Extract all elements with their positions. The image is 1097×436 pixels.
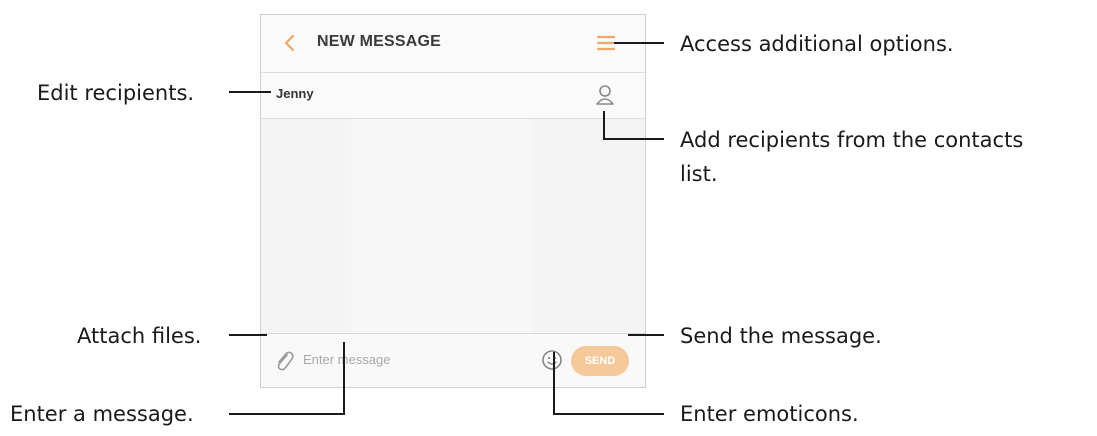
callout-line-enter-message-v — [343, 342, 345, 414]
callout-enter-message: Enter a message. — [10, 402, 194, 426]
callout-line-enter-message-h — [229, 413, 345, 415]
callout-line-edit-recipients — [229, 91, 271, 93]
send-button[interactable]: SEND — [571, 346, 629, 376]
contact-icon[interactable] — [595, 83, 615, 111]
callout-options: Access additional options. — [680, 32, 954, 56]
callout-line-options — [614, 42, 664, 44]
callout-add-recipients-line2: list. — [680, 162, 718, 186]
message-input-bar: SEND — [261, 333, 645, 387]
callout-line-attach — [229, 334, 267, 336]
message-input[interactable] — [303, 348, 503, 370]
callout-emoticons: Enter emoticons. — [680, 402, 859, 426]
recipient-field[interactable]: Jenny — [261, 72, 645, 119]
more-options-icon[interactable] — [596, 34, 616, 56]
callout-line-add-recipients-h — [603, 138, 664, 140]
callout-line-emoticons-v — [553, 352, 555, 414]
app-header: NEW MESSAGE — [261, 15, 645, 72]
callout-attach-files: Attach files. — [77, 324, 202, 348]
callout-send: Send the message. — [680, 324, 882, 348]
callout-line-emoticons-h — [553, 413, 664, 415]
page-title: NEW MESSAGE — [317, 33, 441, 50]
callout-edit-recipients: Edit recipients. — [37, 81, 195, 105]
callout-add-recipients-line1: Add recipients from the contacts — [680, 128, 1024, 152]
callout-line-send — [628, 334, 664, 336]
thread-background — [351, 119, 531, 333]
emoticon-icon[interactable] — [541, 349, 563, 375]
message-composer-screen: NEW MESSAGE Jenny SEND — [260, 14, 646, 388]
callout-line-add-recipients-v — [603, 111, 605, 139]
paperclip-icon[interactable] — [273, 349, 295, 377]
message-thread-area — [261, 119, 645, 333]
recipient-chip[interactable]: Jenny — [276, 86, 314, 101]
back-arrow-icon[interactable] — [283, 33, 297, 57]
